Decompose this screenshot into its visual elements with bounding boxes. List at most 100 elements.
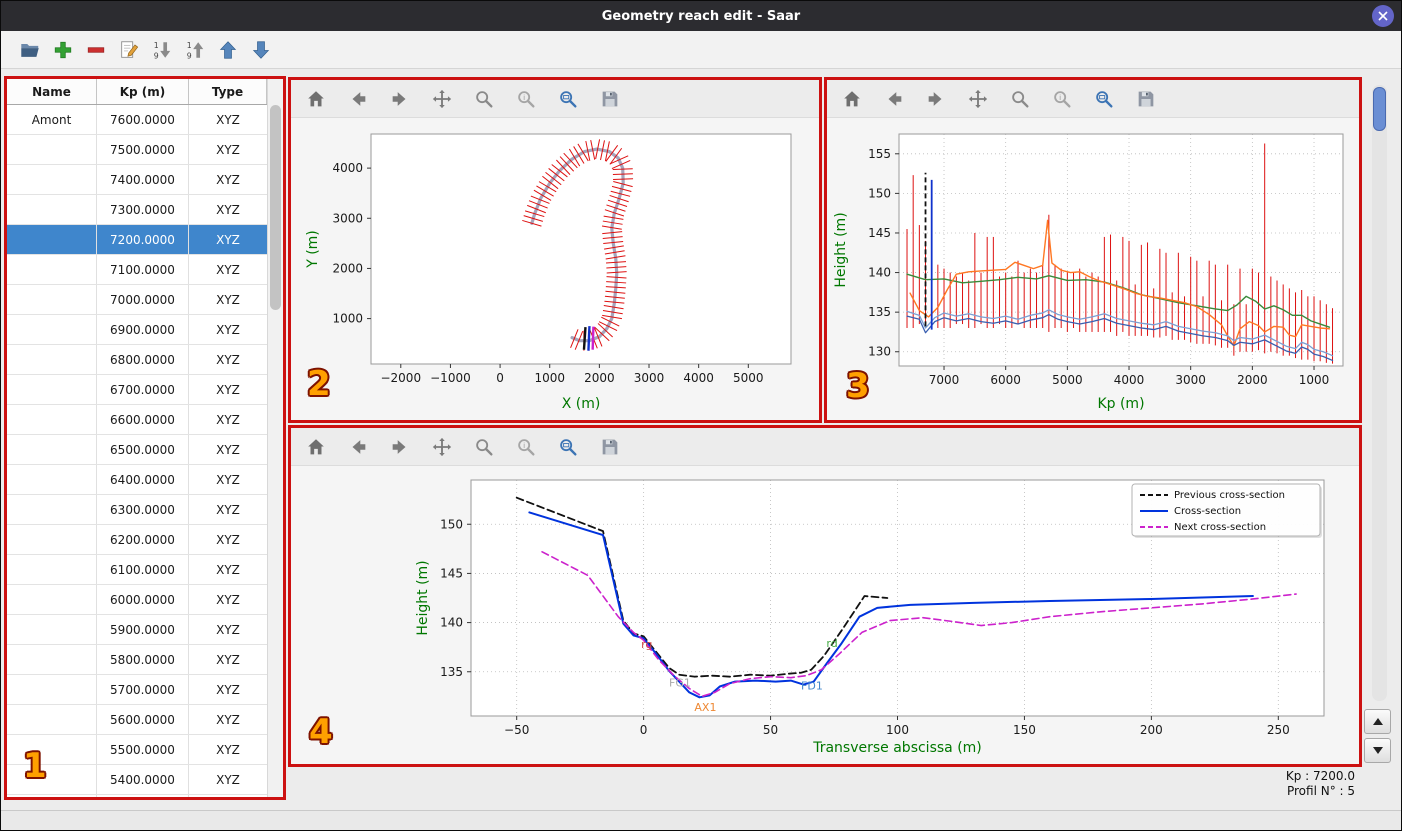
zoom-select-icon[interactable] <box>555 434 581 460</box>
close-button[interactable] <box>1372 5 1394 27</box>
type-cell[interactable]: XYZ <box>189 705 267 734</box>
kp-cell[interactable]: 6200.0000 <box>97 525 189 554</box>
type-cell[interactable]: XYZ <box>189 195 267 224</box>
table-row[interactable]: 6300.0000 XYZ <box>7 495 267 525</box>
kp-cell[interactable]: 7100.0000 <box>97 255 189 284</box>
name-cell[interactable] <box>7 135 97 164</box>
zoom-select-icon[interactable] <box>1091 86 1117 112</box>
move-up-icon[interactable] <box>215 37 241 63</box>
type-cell[interactable]: XYZ <box>189 225 267 254</box>
type-cell[interactable]: XYZ <box>189 465 267 494</box>
kp-cell[interactable]: 6000.0000 <box>97 585 189 614</box>
name-cell[interactable] <box>7 555 97 584</box>
column-header-name[interactable]: Name <box>7 79 97 104</box>
type-cell[interactable]: XYZ <box>189 795 267 797</box>
kp-cell[interactable]: 7600.0000 <box>97 105 189 134</box>
name-cell[interactable] <box>7 585 97 614</box>
kp-cell[interactable]: 5800.0000 <box>97 645 189 674</box>
table-row[interactable]: 5900.0000 XYZ <box>7 615 267 645</box>
kp-cell[interactable]: 7500.0000 <box>97 135 189 164</box>
kp-cell[interactable]: 7200.0000 <box>97 225 189 254</box>
name-cell[interactable] <box>7 255 97 284</box>
save-icon[interactable] <box>597 86 623 112</box>
forward-icon[interactable] <box>387 86 413 112</box>
zoom-icon[interactable] <box>471 434 497 460</box>
type-cell[interactable]: XYZ <box>189 345 267 374</box>
name-cell[interactable] <box>7 765 97 794</box>
name-cell[interactable] <box>7 615 97 644</box>
type-cell[interactable]: XYZ <box>189 765 267 794</box>
table-row[interactable]: 5600.0000 XYZ <box>7 705 267 735</box>
longitudinal-profile-plot[interactable]: 7000 6000 5000 4000 3000 2000 1000 130 135 140 145… <box>827 118 1359 420</box>
type-cell[interactable]: XYZ <box>189 585 267 614</box>
scroll-down-button[interactable] <box>1364 738 1391 763</box>
sort-ascending-icon[interactable]: 19 <box>149 37 175 63</box>
column-header-kp-m-[interactable]: Kp (m) <box>97 79 189 104</box>
name-cell[interactable] <box>7 375 97 404</box>
type-cell[interactable]: XYZ <box>189 645 267 674</box>
table-row[interactable]: 6800.0000 XYZ <box>7 345 267 375</box>
type-cell[interactable]: XYZ <box>189 615 267 644</box>
name-cell[interactable] <box>7 435 97 464</box>
home-icon[interactable] <box>303 86 329 112</box>
table-row[interactable]: 7300.0000 XYZ <box>7 195 267 225</box>
table-row[interactable]: 6700.0000 XYZ <box>7 375 267 405</box>
type-cell[interactable]: XYZ <box>189 525 267 554</box>
table-row[interactable]: 6000.0000 XYZ <box>7 585 267 615</box>
kp-cell[interactable]: 6400.0000 <box>97 465 189 494</box>
sort-descending-icon[interactable]: 19 <box>182 37 208 63</box>
vertical-scrollbar-thumb[interactable] <box>1373 87 1386 131</box>
zoom-info-icon[interactable]: i <box>1049 86 1075 112</box>
type-cell[interactable]: XYZ <box>189 165 267 194</box>
table-row[interactable]: 6100.0000 XYZ <box>7 555 267 585</box>
table-scrollbar-thumb[interactable] <box>270 105 281 310</box>
table-row[interactable]: 6200.0000 XYZ <box>7 525 267 555</box>
table-row[interactable]: 6900.0000 XYZ <box>7 315 267 345</box>
home-icon[interactable] <box>303 434 329 460</box>
kp-cell[interactable]: 6600.0000 <box>97 405 189 434</box>
name-cell[interactable] <box>7 195 97 224</box>
table-row[interactable]: 7500.0000 XYZ <box>7 135 267 165</box>
table-row[interactable]: 7200.0000 XYZ <box>7 225 267 255</box>
table-scrollbar[interactable] <box>267 79 283 797</box>
name-cell[interactable] <box>7 645 97 674</box>
type-cell[interactable]: XYZ <box>189 375 267 404</box>
plan-view-plot[interactable]: −2000 −1000 0 1000 2000 3000 4000 5000 1000 2000 3… <box>291 118 819 420</box>
back-icon[interactable] <box>345 86 371 112</box>
name-cell[interactable] <box>7 405 97 434</box>
kp-cell[interactable]: 6700.0000 <box>97 375 189 404</box>
table-row[interactable]: 5800.0000 XYZ <box>7 645 267 675</box>
name-cell[interactable] <box>7 225 97 254</box>
type-cell[interactable]: XYZ <box>189 135 267 164</box>
add-icon[interactable] <box>50 37 76 63</box>
kp-cell[interactable]: 7400.0000 <box>97 165 189 194</box>
type-cell[interactable]: XYZ <box>189 255 267 284</box>
type-cell[interactable]: XYZ <box>189 555 267 584</box>
name-cell[interactable] <box>7 165 97 194</box>
type-cell[interactable]: XYZ <box>189 285 267 314</box>
kp-cell[interactable]: 6100.0000 <box>97 555 189 584</box>
name-cell[interactable] <box>7 495 97 524</box>
open-icon[interactable] <box>17 37 43 63</box>
scroll-up-button[interactable] <box>1364 709 1391 734</box>
name-cell[interactable] <box>7 315 97 344</box>
type-cell[interactable]: XYZ <box>189 495 267 524</box>
table-row[interactable]: 5300.0000XYZ <box>7 795 267 797</box>
kp-cell[interactable]: 6900.0000 <box>97 315 189 344</box>
kp-cell[interactable]: 7000.0000 <box>97 285 189 314</box>
table-row[interactable]: 7100.0000 XYZ <box>7 255 267 285</box>
back-icon[interactable] <box>881 86 907 112</box>
name-cell[interactable] <box>7 675 97 704</box>
kp-cell[interactable]: 5300.0000 <box>97 795 189 797</box>
forward-icon[interactable] <box>387 434 413 460</box>
table-row[interactable]: Amont 7600.0000 XYZ <box>7 105 267 135</box>
forward-icon[interactable] <box>923 86 949 112</box>
kp-cell[interactable]: 5900.0000 <box>97 615 189 644</box>
kp-cell[interactable]: 7300.0000 <box>97 195 189 224</box>
zoom-info-icon[interactable]: i <box>513 86 539 112</box>
name-cell[interactable] <box>7 345 97 374</box>
pan-icon[interactable] <box>429 434 455 460</box>
table-row[interactable]: 7000.0000 XYZ <box>7 285 267 315</box>
move-down-icon[interactable] <box>248 37 274 63</box>
name-cell[interactable] <box>7 735 97 764</box>
